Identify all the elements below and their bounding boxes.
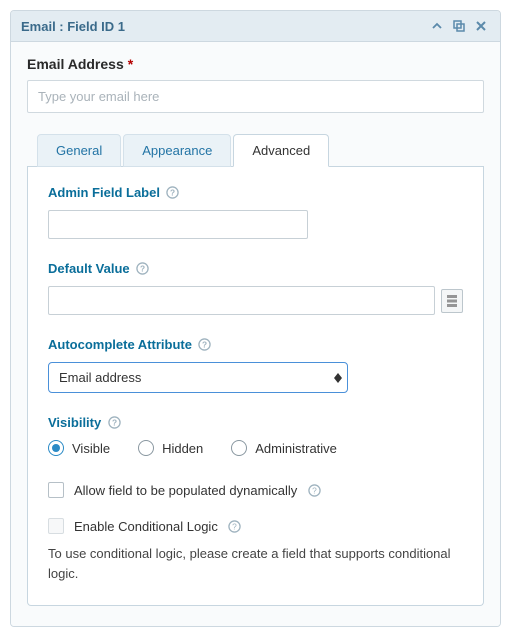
help-icon[interactable]: ? xyxy=(198,338,212,352)
admin-field-label-text: Admin Field Label xyxy=(48,185,160,200)
radio-label: Hidden xyxy=(162,441,203,456)
duplicate-icon[interactable] xyxy=(450,17,468,35)
allow-dynamic-checkbox[interactable] xyxy=(48,482,64,498)
default-value-text: Default Value xyxy=(48,261,130,276)
panel-body: Email Address* General Appearance Advanc… xyxy=(11,42,500,626)
svg-text:?: ? xyxy=(112,417,117,427)
field-label: Email Address xyxy=(27,56,124,72)
svg-text:?: ? xyxy=(170,187,175,197)
close-icon[interactable] xyxy=(472,17,490,35)
radio-hidden[interactable]: Hidden xyxy=(138,440,203,456)
autocomplete-text: Autocomplete Attribute xyxy=(48,337,192,352)
required-asterisk: * xyxy=(128,56,133,72)
allow-dynamic-label: Allow field to be populated dynamically xyxy=(74,483,297,498)
tab-advanced[interactable]: Advanced xyxy=(233,134,329,167)
admin-field-label-heading: Admin Field Label ? xyxy=(48,185,463,200)
panel-title: Email : Field ID 1 xyxy=(21,19,424,34)
radio-visible[interactable]: Visible xyxy=(48,440,110,456)
help-icon[interactable]: ? xyxy=(166,186,180,200)
collapse-icon[interactable] xyxy=(428,17,446,35)
default-value-heading: Default Value ? xyxy=(48,261,463,276)
help-icon[interactable]: ? xyxy=(107,416,121,430)
conditional-logic-label: Enable Conditional Logic xyxy=(74,519,218,534)
radio-administrative[interactable]: Administrative xyxy=(231,440,337,456)
email-preview-input[interactable] xyxy=(27,80,484,113)
allow-dynamic-row: Allow field to be populated dynamically … xyxy=(48,482,463,498)
default-value-row xyxy=(48,286,463,315)
field-panel: Email : Field ID 1 Email Address* Genera… xyxy=(10,10,501,627)
tab-general[interactable]: General xyxy=(37,134,121,167)
admin-field-label-input[interactable] xyxy=(48,210,308,239)
svg-text:?: ? xyxy=(233,521,238,531)
conditional-logic-note: To use conditional logic, please create … xyxy=(48,544,463,583)
radio-label: Visible xyxy=(72,441,110,456)
autocomplete-heading: Autocomplete Attribute ? xyxy=(48,337,463,352)
radio-indicator xyxy=(48,440,64,456)
default-value-input[interactable] xyxy=(48,286,435,315)
svg-text:?: ? xyxy=(140,263,145,273)
autocomplete-select[interactable]: Email address xyxy=(48,362,348,393)
advanced-pane: Admin Field Label ? Default Value ? xyxy=(27,167,484,606)
autocomplete-select-wrap: Email address xyxy=(48,362,348,393)
panel-header: Email : Field ID 1 xyxy=(11,11,500,42)
visibility-radio-group: Visible Hidden Administrative xyxy=(48,440,463,456)
conditional-logic-row: Enable Conditional Logic ? xyxy=(48,518,463,534)
field-label-row: Email Address* xyxy=(27,56,484,72)
radio-indicator xyxy=(138,440,154,456)
svg-text:?: ? xyxy=(202,339,207,349)
merge-tags-button[interactable] xyxy=(441,289,463,313)
conditional-logic-checkbox xyxy=(48,518,64,534)
svg-text:?: ? xyxy=(312,485,317,495)
settings-tabs: General Appearance Advanced xyxy=(27,133,484,167)
radio-label: Administrative xyxy=(255,441,337,456)
tab-appearance[interactable]: Appearance xyxy=(123,134,231,167)
visibility-text: Visibility xyxy=(48,415,101,430)
radio-indicator xyxy=(231,440,247,456)
help-icon[interactable]: ? xyxy=(228,519,242,533)
visibility-heading: Visibility ? xyxy=(48,415,463,430)
help-icon[interactable]: ? xyxy=(136,262,150,276)
help-icon[interactable]: ? xyxy=(307,483,321,497)
